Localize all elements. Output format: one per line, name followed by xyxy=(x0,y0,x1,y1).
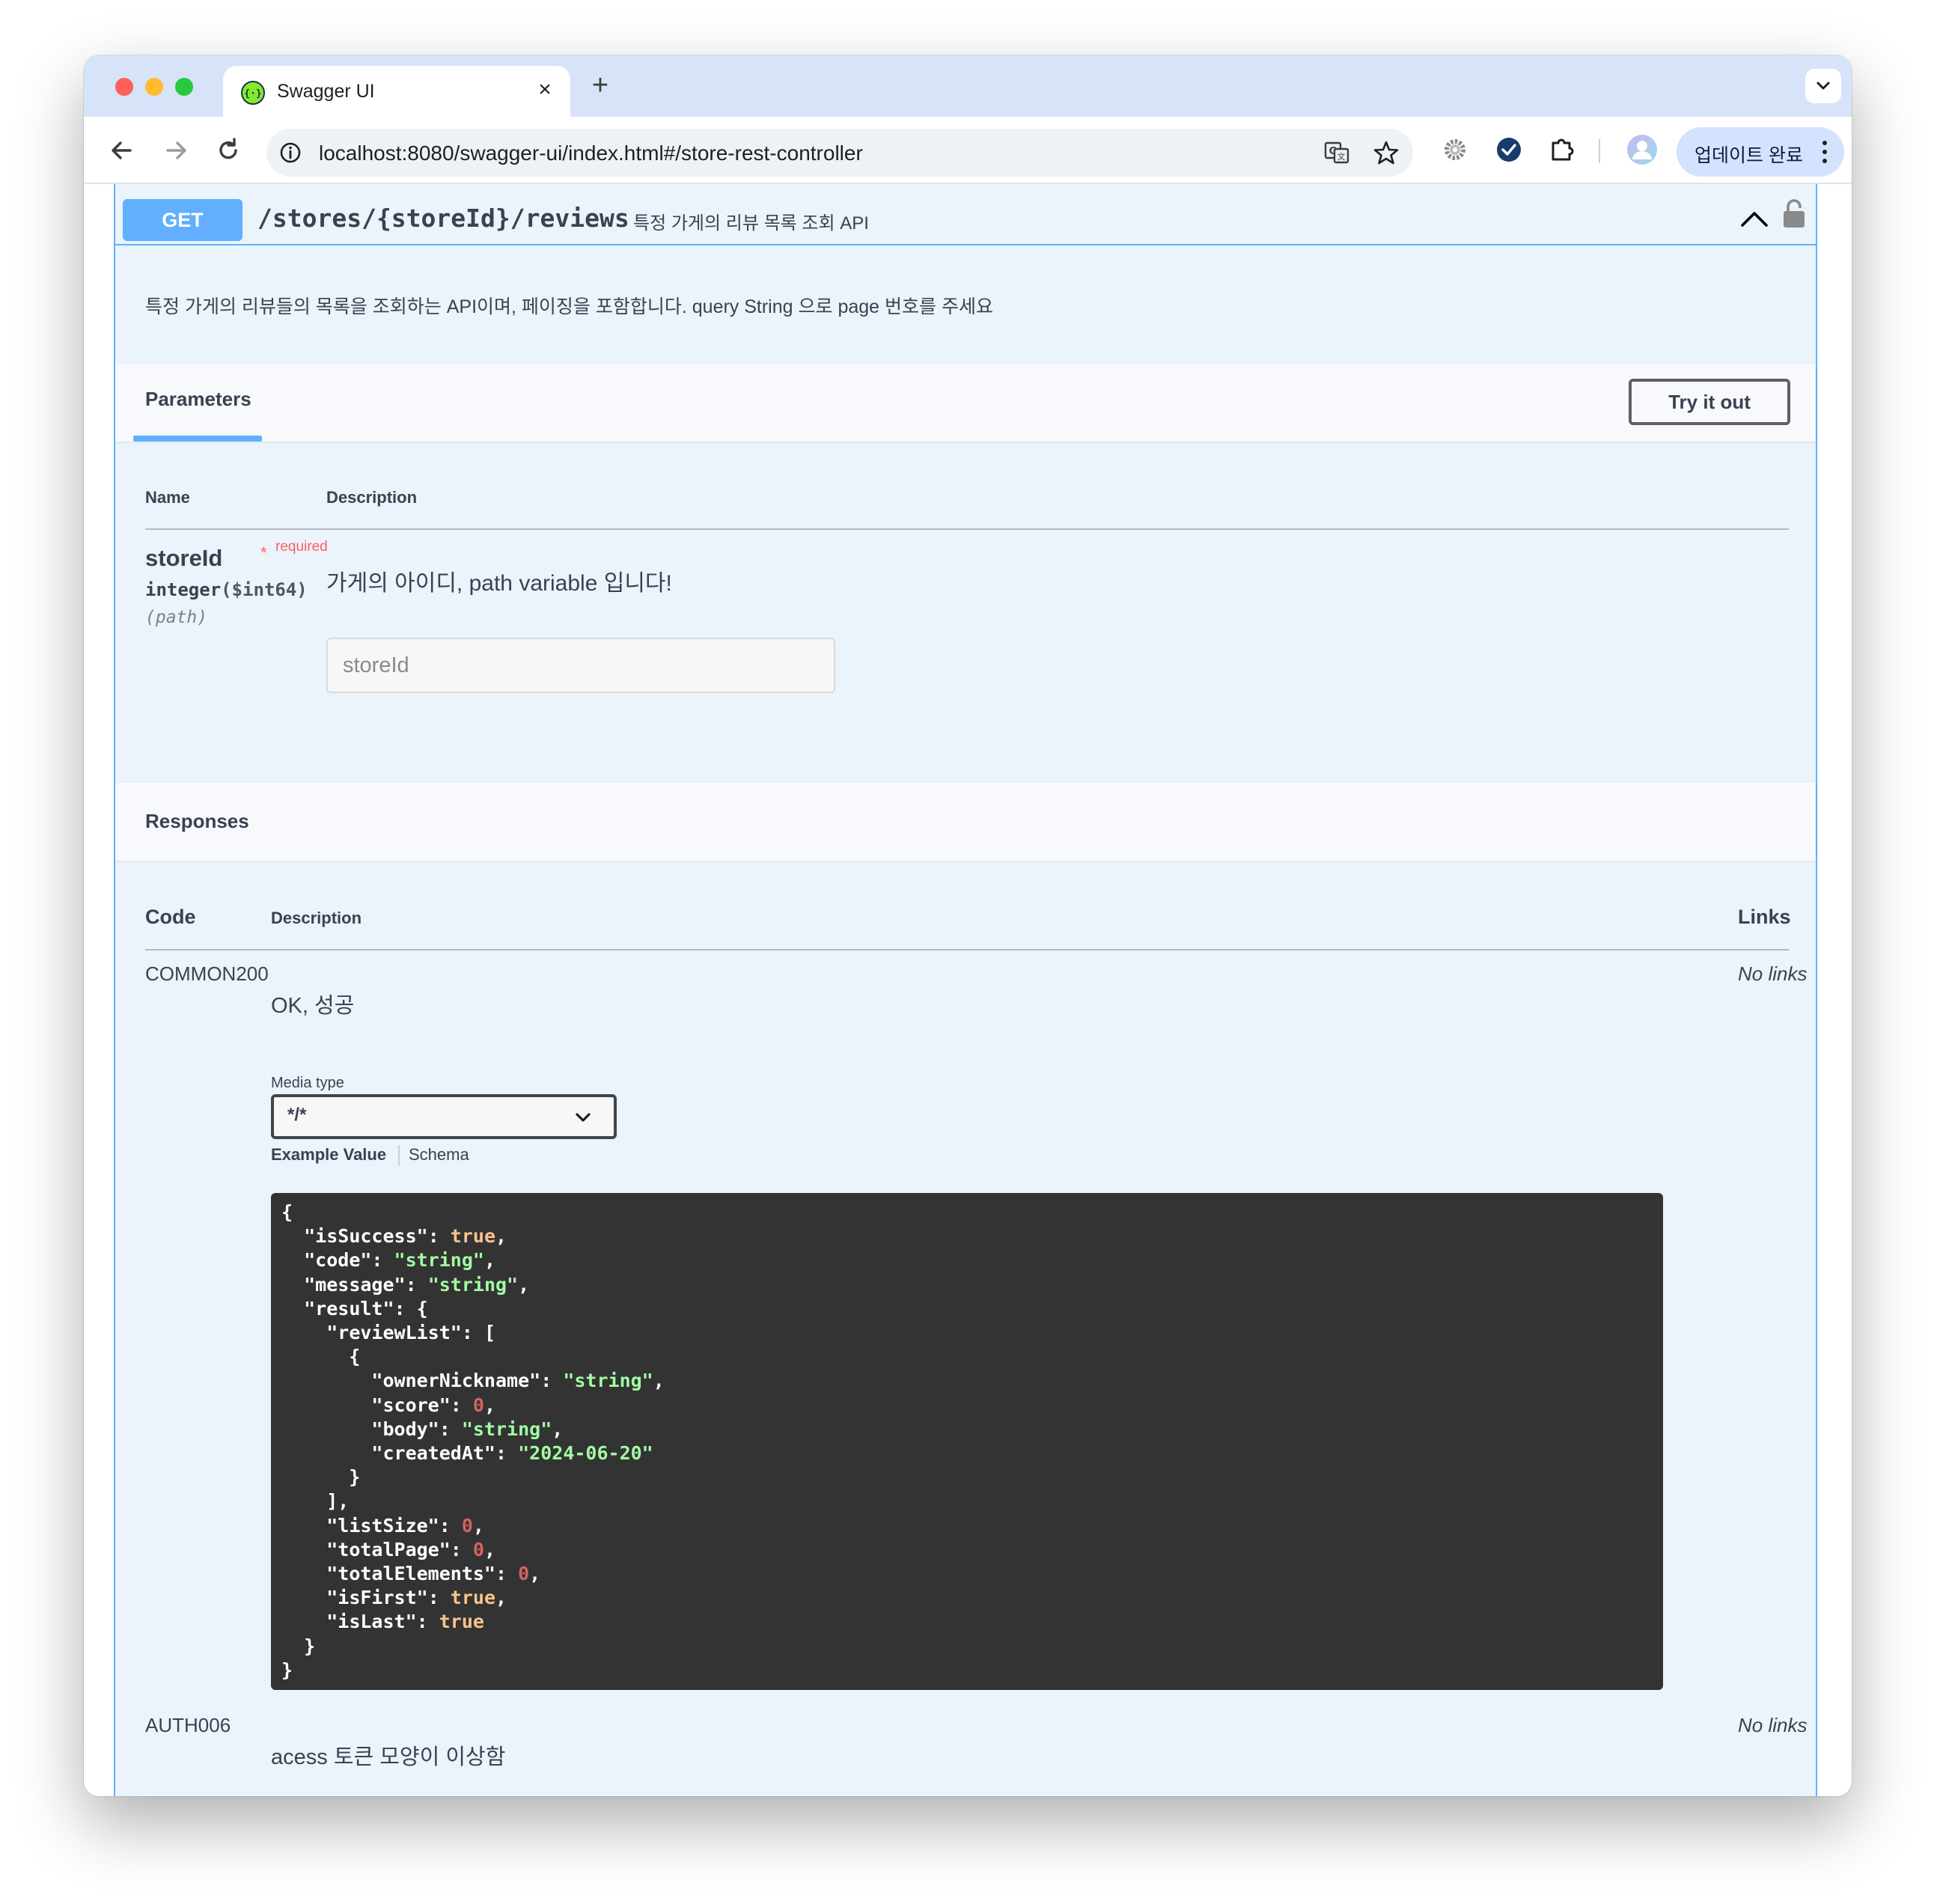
translate-icon[interactable]: G 文 xyxy=(1323,139,1350,166)
response-links: No links xyxy=(1738,962,1808,985)
svg-text:文: 文 xyxy=(1337,151,1346,162)
resp-col-code: Code xyxy=(145,906,196,928)
response-code: COMMON200 xyxy=(145,962,269,985)
toolbar-divider xyxy=(1599,139,1600,163)
url-text: localhost:8080/swagger-ui/index.html#/st… xyxy=(319,141,863,165)
try-it-out-button[interactable]: Try it out xyxy=(1629,379,1790,425)
param-description: 가게의 아이디, path variable 입니다! xyxy=(326,571,672,596)
new-tab-button[interactable]: + xyxy=(584,70,617,103)
ex-totalelements: 0 xyxy=(518,1563,530,1585)
ex-listsize: 0 xyxy=(461,1514,473,1537)
example-tab-separator xyxy=(398,1145,400,1166)
param-type-format: ($int64) xyxy=(221,579,308,600)
tab-schema[interactable]: Schema xyxy=(409,1145,469,1165)
param-table-divider xyxy=(145,528,1789,530)
ex-createdat: "2024-06-20" xyxy=(518,1442,653,1465)
tab-strip: {·} Swagger UI × + xyxy=(84,55,1852,117)
extension-gear-icon[interactable] xyxy=(1439,133,1471,166)
tab-title: Swagger UI xyxy=(277,81,375,102)
resp-table-divider xyxy=(145,949,1789,951)
response-code: AUTH006 xyxy=(145,1714,231,1736)
ex-isfirst: true xyxy=(450,1587,496,1609)
response-links: No links xyxy=(1738,1714,1808,1736)
profile-avatar[interactable] xyxy=(1626,133,1659,166)
operation-path: /stores/{storeId}/reviews xyxy=(257,204,629,233)
example-json: { "isSuccess": true, "code": "string", "… xyxy=(281,1201,665,1681)
param-type-name: integer xyxy=(145,579,222,600)
update-complete-button[interactable]: 업데이트 완료 xyxy=(1677,127,1844,177)
lock-icon[interactable] xyxy=(1781,198,1807,229)
more-vert-icon[interactable] xyxy=(1819,138,1831,166)
storeid-input[interactable] xyxy=(326,638,835,693)
tab-parameters[interactable]: Parameters xyxy=(145,388,251,411)
browser-window: {·} Swagger UI × + localhost:8080/swagge… xyxy=(84,55,1852,1796)
responses-header: Responses xyxy=(115,783,1816,861)
ex-body: "string" xyxy=(461,1418,552,1440)
resp-col-links: Links xyxy=(1738,906,1791,928)
reload-icon[interactable] xyxy=(211,133,245,168)
ex-ownernickname: "string" xyxy=(563,1370,653,1392)
maximize-window-button[interactable] xyxy=(175,78,193,96)
parameters-tab-underline xyxy=(133,436,262,442)
ex-issuccess: true xyxy=(450,1225,496,1248)
media-type-select[interactable]: */* xyxy=(271,1094,617,1139)
param-name: storeId xyxy=(145,545,223,571)
example-value-code: { "isSuccess": true, "code": "string", "… xyxy=(271,1193,1663,1690)
param-location: (path) xyxy=(145,608,208,627)
parameters-header: Parameters Try it out xyxy=(115,364,1816,442)
browser-tab-swagger[interactable]: {·} Swagger UI × xyxy=(223,66,570,117)
tab-close-icon[interactable]: × xyxy=(531,76,558,103)
ex-message: "string" xyxy=(427,1273,519,1296)
chevron-down-icon xyxy=(1816,82,1830,90)
checkmark-badge-icon[interactable] xyxy=(1492,133,1525,166)
param-required-label: required xyxy=(275,539,328,555)
close-window-button[interactable] xyxy=(115,78,133,96)
ex-islast: true xyxy=(439,1611,484,1633)
puzzle-extensions-icon[interactable] xyxy=(1546,133,1579,166)
param-type: integer($int64) xyxy=(145,579,308,600)
response-description: OK, 성공 xyxy=(271,994,355,1018)
ex-code: "string" xyxy=(394,1249,484,1272)
star-icon[interactable] xyxy=(1373,139,1400,166)
browser-toolbar: localhost:8080/swagger-ui/index.html#/st… xyxy=(84,117,1852,184)
svg-text:{·}: {·} xyxy=(244,88,261,100)
operation-summary-text: 특정 가게의 리뷰 목록 조회 API xyxy=(633,213,869,234)
responses-title: Responses xyxy=(145,810,249,832)
ex-totalpage: 0 xyxy=(472,1538,484,1560)
swagger-favicon: {·} xyxy=(241,81,265,105)
http-method-badge: GET xyxy=(123,199,242,241)
tab-search-button[interactable] xyxy=(1805,69,1841,103)
param-col-name: Name xyxy=(145,488,190,507)
tab-example-value[interactable]: Example Value xyxy=(271,1145,386,1165)
minimize-window-button[interactable] xyxy=(145,78,163,96)
ex-score: 0 xyxy=(472,1394,484,1416)
operation-block-get: GET /stores/{storeId}/reviews 특정 가게의 리뷰 … xyxy=(114,184,1817,1796)
page-viewport: GET /stores/{storeId}/reviews 특정 가게의 리뷰 … xyxy=(84,184,1852,1796)
media-type-value: */* xyxy=(287,1105,307,1125)
chevron-down-icon xyxy=(576,1113,591,1122)
forward-arrow-icon[interactable] xyxy=(159,133,193,168)
back-arrow-icon[interactable] xyxy=(105,133,139,168)
site-info-icon[interactable] xyxy=(278,141,302,165)
operation-description: 특정 가게의 리뷰들의 목록을 조회하는 API이며, 페이징을 포함합니다. … xyxy=(145,296,993,317)
media-type-label: Media type xyxy=(271,1075,344,1091)
update-button-label: 업데이트 완료 xyxy=(1694,145,1803,166)
resp-col-description: Description xyxy=(271,909,362,927)
address-bar[interactable]: localhost:8080/swagger-ui/index.html#/st… xyxy=(266,129,1413,177)
chevron-up-icon[interactable] xyxy=(1738,202,1771,235)
param-required-star: * xyxy=(260,543,267,562)
param-col-description: Description xyxy=(326,488,418,507)
operation-summary[interactable]: GET /stores/{storeId}/reviews 특정 가게의 리뷰 … xyxy=(115,184,1816,245)
response-description: acess 토큰 모양이 이상함 xyxy=(271,1745,506,1769)
